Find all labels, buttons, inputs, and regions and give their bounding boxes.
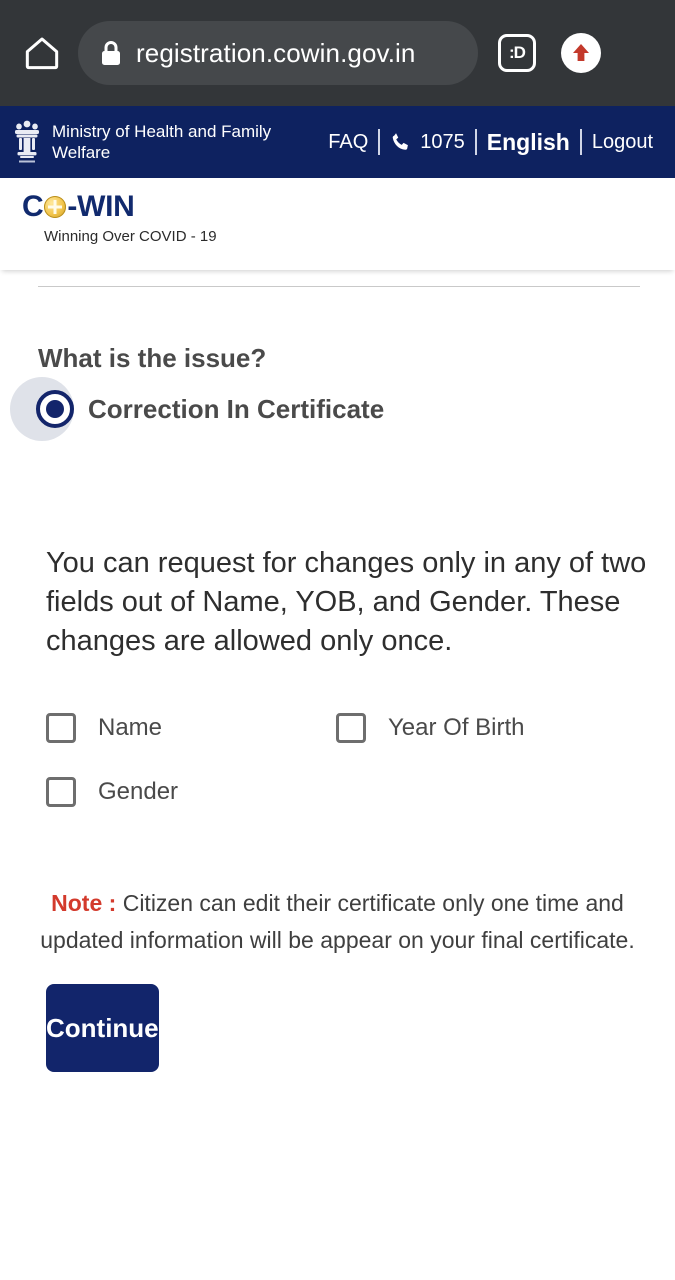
faq-link[interactable]: FAQ: [318, 131, 378, 154]
checkbox-label: Gender: [98, 778, 179, 805]
checkbox-icon[interactable]: [336, 713, 366, 743]
upload-arrow-circle: [561, 33, 601, 73]
logo-prefix: C: [22, 190, 44, 223]
brand-tagline: Winning Over COVID - 19: [44, 228, 217, 245]
radio-option-label: Correction In Certificate: [88, 393, 385, 424]
section-divider: [38, 286, 640, 287]
checkbox-icon[interactable]: [46, 777, 76, 807]
field-checkbox-group: Name Year Of Birth Gender: [0, 713, 675, 807]
checkbox-icon[interactable]: [46, 713, 76, 743]
phone-icon: [392, 133, 409, 150]
smiley-tab-label: :D: [498, 34, 536, 72]
logo-suffix: -WIN: [67, 190, 135, 223]
upload-arrow-icon[interactable]: [556, 28, 606, 78]
ministry-name: Ministry of Health and Family Welfare: [52, 122, 272, 162]
main-content: What is the issue? Correction In Certifi…: [0, 286, 675, 1072]
helpline-number: 1075: [420, 130, 465, 153]
smiley-tab-icon[interactable]: :D: [492, 28, 542, 78]
note-body: Citizen can edit their certificate only …: [40, 890, 635, 953]
note-label: Note :: [51, 890, 117, 916]
helpline[interactable]: 1075: [380, 131, 475, 154]
radio-icon[interactable]: [36, 390, 74, 428]
lock-icon: [100, 40, 122, 66]
vaccine-dot-icon: [44, 196, 67, 218]
radio-option-correction-in-certificate[interactable]: Correction In Certificate: [0, 377, 675, 441]
checkbox-gender[interactable]: Gender: [46, 777, 336, 807]
address-bar[interactable]: registration.cowin.gov.in: [78, 21, 478, 85]
url-text[interactable]: registration.cowin.gov.in: [136, 38, 416, 69]
browser-toolbar: registration.cowin.gov.in :D: [0, 0, 675, 106]
brand-header: C -WIN Winning Over COVID - 19: [0, 178, 675, 270]
note-text: Note : Citizen can edit their certificat…: [36, 885, 639, 959]
info-paragraph: You can request for changes only in any …: [46, 547, 647, 657]
language-selector[interactable]: English: [477, 129, 580, 156]
government-header: Ministry of Health and Family Welfare FA…: [0, 106, 675, 178]
india-national-emblem-icon: [10, 116, 44, 168]
checkbox-year-of-birth[interactable]: Year Of Birth: [336, 713, 675, 743]
checkbox-label: Year Of Birth: [388, 714, 525, 741]
checkbox-name[interactable]: Name: [46, 713, 336, 743]
continue-button[interactable]: Continue: [46, 984, 159, 1072]
header-links: FAQ 1075 English Logout: [318, 129, 665, 156]
page-title: What is the issue?: [38, 343, 267, 373]
cowin-logo[interactable]: C -WIN: [22, 192, 675, 222]
radio-selected-dot: [46, 400, 64, 418]
logout-link[interactable]: Logout: [582, 131, 663, 154]
app-screen: registration.cowin.gov.in :D Ministry of…: [0, 0, 675, 1280]
checkbox-label: Name: [98, 714, 163, 741]
home-icon[interactable]: [20, 31, 64, 75]
